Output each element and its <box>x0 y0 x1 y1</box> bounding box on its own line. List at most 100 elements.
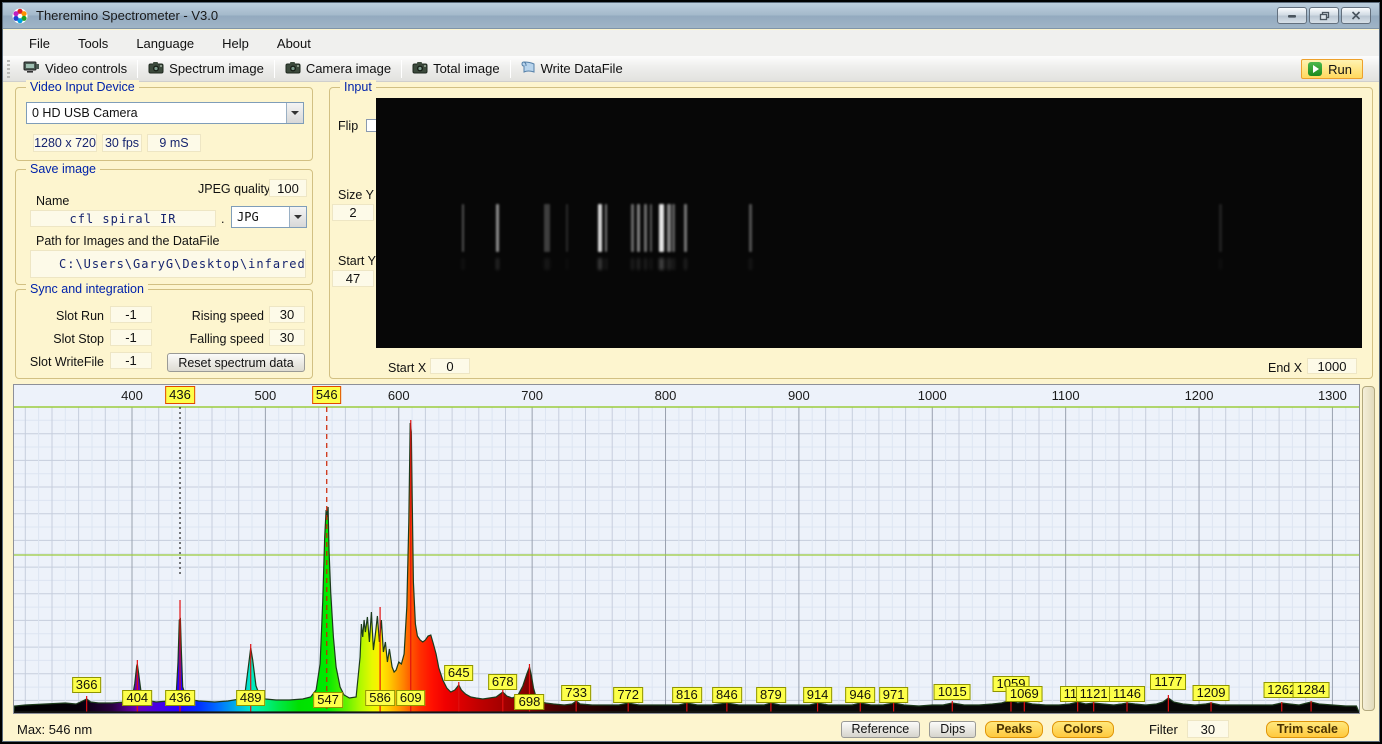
falling-speed-field[interactable]: 30 <box>269 329 305 346</box>
peak-label: 678 <box>487 674 518 690</box>
spectrum-chart: 400 500 600 700 800 900 1000 1100 1200 1300 436 546… <box>13 384 1360 714</box>
filter-field[interactable]: 30 <box>1186 720 1229 738</box>
peak-label: 1015 <box>933 684 971 700</box>
axis-tick-label: 1000 <box>917 388 947 403</box>
app-logo-icon <box>12 8 28 23</box>
rising-speed-label: Rising speed <box>191 309 264 323</box>
peak-label: 1069 <box>1005 686 1043 702</box>
axis-tick-label: 900 <box>788 388 810 403</box>
jpeg-quality-label: JPEG quality <box>198 182 271 196</box>
menu-item-file[interactable]: File <box>15 32 64 55</box>
peak-label: 1121 <box>1075 686 1112 702</box>
axis-tick-label: 600 <box>387 388 410 403</box>
spectral-line <box>667 204 671 252</box>
spectral-line-reflection <box>598 258 602 270</box>
spectral-line-reflection <box>496 258 499 270</box>
max-wavelength-readout: Max: 546 nm <box>17 721 93 737</box>
peak-label: 733 <box>561 685 591 701</box>
size-y-field[interactable]: 2 <box>332 204 374 221</box>
run-button[interactable]: Run <box>1301 59 1363 79</box>
title-bar: Theremino Spectrometer - V3.0 <box>3 3 1379 29</box>
spectral-line-reflection <box>462 258 464 270</box>
peak-label: 846 <box>712 687 742 703</box>
spectral-line <box>672 204 675 252</box>
rising-speed-field[interactable]: 30 <box>269 306 305 323</box>
peak-label: 645 <box>443 665 474 681</box>
peak-label: 816 <box>672 687 702 703</box>
toolbar-button-video-controls[interactable]: Video controls <box>15 57 135 80</box>
scroll-icon <box>521 60 536 77</box>
slot-run-field[interactable]: -1 <box>110 306 152 323</box>
spectral-line <box>631 204 634 252</box>
toolbar-button-spectrum-image[interactable]: Spectrum image <box>140 58 272 80</box>
peak-label: 772 <box>613 687 644 703</box>
minimize-button[interactable] <box>1277 7 1307 24</box>
menu-item-language[interactable]: Language <box>122 32 208 55</box>
start-x-field[interactable]: 0 <box>430 358 470 374</box>
chevron-down-icon[interactable] <box>289 207 306 227</box>
spectrum-plot <box>14 385 1359 713</box>
input-group: Input Flip Size Y 2 Start Y 47 Start X 0… <box>329 80 1373 379</box>
axis-tick-label: 1300 <box>1317 388 1347 403</box>
chevron-down-icon[interactable] <box>286 103 303 123</box>
reset-spectrum-button[interactable]: Reset spectrum data <box>167 353 305 372</box>
peak-label: 586 <box>365 690 395 706</box>
path-field[interactable]: C:\Users\GaryG\Desktop\infared <box>30 250 306 278</box>
axis-tick-label: 700 <box>521 388 543 403</box>
start-y-field[interactable]: 47 <box>332 270 374 287</box>
spectral-line-reflection <box>650 258 652 270</box>
toolbar-button-label: Spectrum image <box>169 61 264 76</box>
name-label: Name <box>36 194 70 208</box>
save-image-group: Save image JPEG quality 100 Name cfl spi… <box>15 162 313 285</box>
video-controls-icon <box>23 60 40 77</box>
video-device-value: 0 HD USB Camera <box>32 106 138 120</box>
toolbar-button-label: Video controls <box>45 61 128 76</box>
menu-bar: File Tools Language Help About <box>3 30 1379 56</box>
spectral-line-reflection <box>659 258 664 270</box>
app-window: Theremino Spectrometer - V3.0 File Tools L… <box>2 2 1380 742</box>
dot-separator: . <box>221 212 225 226</box>
spectral-line <box>659 204 664 252</box>
jpeg-quality-field[interactable]: 100 <box>269 179 307 197</box>
camera-icon <box>285 61 301 77</box>
menu-item-help[interactable]: Help <box>208 32 263 55</box>
dips-button[interactable]: Dips <box>929 720 977 738</box>
spectral-line-reflection <box>566 258 568 270</box>
slot-writefile-field[interactable]: -1 <box>110 352 152 369</box>
menu-item-about[interactable]: About <box>263 32 325 55</box>
video-device-select[interactable]: 0 HD USB Camera <box>26 102 304 124</box>
chart-scrollbar[interactable] <box>1362 386 1375 711</box>
slot-stop-field[interactable]: -1 <box>110 329 152 346</box>
toolbar: Video controls Spectrum image Camera image… <box>3 56 1379 82</box>
maximize-button[interactable] <box>1309 7 1339 24</box>
start-x-label: Start X <box>388 361 427 375</box>
sync-group: Sync and integration Slot Run -1 Slot St… <box>15 282 313 379</box>
trim-scale-button[interactable]: Trim scale <box>1265 720 1349 738</box>
spectral-line <box>1219 204 1222 252</box>
sync-group-label: Sync and integration <box>26 282 148 296</box>
spectral-line <box>749 204 752 252</box>
peak-label: 366 <box>71 677 102 693</box>
reference-button[interactable]: Reference <box>840 720 921 738</box>
toolbar-button-label: Camera image <box>305 61 392 76</box>
peak-label: 946 <box>845 687 876 703</box>
spectral-line <box>637 204 640 252</box>
menu-item-tools[interactable]: Tools <box>64 32 122 55</box>
spectral-line-reflection <box>672 258 675 270</box>
peaks-button[interactable]: Peaks <box>985 720 1044 738</box>
end-x-label: End X <box>1268 361 1303 375</box>
end-x-field[interactable]: 1000 <box>1307 358 1357 374</box>
toolbar-button-write-datafile[interactable]: Write DataFile <box>513 57 631 80</box>
video-input-group: Video Input Device 0 HD USB Camera 1280 … <box>15 80 313 161</box>
close-button[interactable] <box>1341 7 1371 24</box>
spectral-line-reflection <box>644 258 647 270</box>
colors-button[interactable]: Colors <box>1052 720 1114 738</box>
input-group-label: Input <box>340 80 376 94</box>
play-icon <box>1308 62 1323 76</box>
camera-icon <box>148 61 164 77</box>
axis-tick-label: 400 <box>121 388 143 403</box>
image-name-field[interactable]: cfl spiral IR <box>30 210 216 227</box>
format-select[interactable]: JPG <box>231 206 307 228</box>
toolbar-button-camera-image[interactable]: Camera image <box>277 58 399 80</box>
toolbar-button-total-image[interactable]: Total image <box>404 58 507 80</box>
